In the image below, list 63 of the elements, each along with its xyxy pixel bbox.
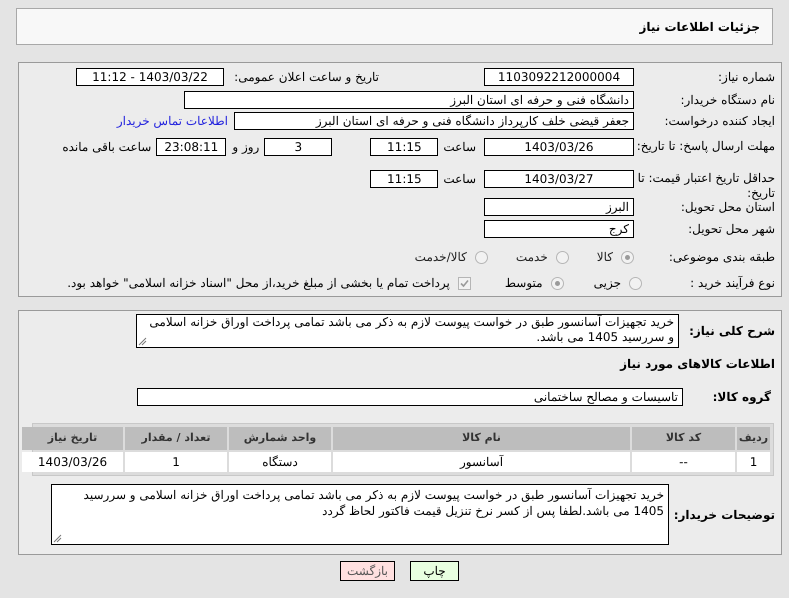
column-header: کد کالا (632, 427, 735, 450)
checkbox[interactable] (458, 276, 471, 290)
input-field[interactable]: 11:15 (370, 170, 438, 188)
resize-grip-icon (138, 337, 147, 346)
option-label: پرداخت تمام یا بخشی از مبلغ خرید،از محل "اسناد خزانه اسلامی" خواهد بود. (67, 275, 450, 292)
radio-button[interactable] (629, 276, 642, 290)
column-header: ردیف (737, 427, 770, 450)
field-label: حداقل تاریخ اعتبار قیمت: تا تاریخ: (636, 170, 775, 201)
table-cell: 1 (125, 452, 227, 472)
notes-field[interactable]: خرید تجهیزات آسانسور طبق در خواست پیوست لازم به ذکر می باشد تمامی پرداخت اوراق خزانه اسلامی و سررسید 1405 می باشد.لطفا پس از کسر نرخ تنزیل قیمت فاکتور لحاظ گردد (51, 484, 669, 545)
table-cell: 1403/03/26 (22, 452, 123, 472)
field-label: توضیحات خریدار: (674, 508, 775, 522)
field-label: روز و (232, 139, 260, 156)
option-label: متوسط (504, 275, 543, 292)
input-field[interactable]: 11:15 (370, 138, 438, 156)
input-field[interactable]: البرز (484, 198, 634, 216)
radio-button[interactable] (621, 250, 634, 264)
field-label: شهر محل تحویل: (688, 222, 775, 236)
table-cell: دستگاه (229, 452, 331, 472)
field-label: طبقه بندی موضوعی: (668, 250, 775, 264)
table-cell: -- (632, 452, 735, 472)
option-label: جزیی (594, 275, 621, 292)
option-label: کالا (596, 249, 613, 266)
table-cell: آسانسور (333, 452, 630, 472)
field-label: استان محل تحویل: (680, 200, 775, 214)
section-heading: اطلاعات کالاهای مورد نیاز (620, 357, 775, 371)
radio-button[interactable] (550, 276, 564, 290)
field-label: تاریخ و ساعت اعلان عمومی: (234, 70, 379, 84)
option-label: کالا/خدمت (414, 249, 467, 266)
field-label: ساعت (443, 139, 476, 156)
input-field[interactable]: 3 (264, 138, 332, 156)
input-field[interactable]: 1403/03/27 (484, 170, 634, 188)
field-label: مهلت ارسال پاسخ: تا تاریخ: (636, 138, 775, 154)
option-label: خدمت (516, 249, 548, 266)
radio-button[interactable] (556, 250, 569, 264)
field-label: نوع فرآیند خرید : (690, 276, 775, 290)
input-field[interactable]: 1103092212000004 (484, 68, 634, 86)
column-header: واحد شمارش (229, 427, 331, 450)
back-button[interactable]: بازگشت (340, 561, 395, 581)
field-label: نام دستگاه خریدار: (680, 92, 775, 107)
field-label: ساعت باقی مانده (62, 139, 152, 156)
field-label: شرح کلی نیاز: (689, 324, 775, 338)
radio-button[interactable] (474, 250, 488, 264)
countdown-field: 23:08:11 (156, 138, 226, 156)
field-label: شماره نیاز: (718, 70, 775, 84)
contact-link[interactable]: اطلاعات تماس خریدار (116, 112, 228, 130)
resize-grip-icon (53, 534, 62, 543)
input-field[interactable]: 1403/03/26 (484, 138, 634, 156)
field-label: ساعت (443, 170, 476, 188)
input-field[interactable]: 1403/03/22 - 11:12 (76, 68, 224, 86)
field-label: گروه کالا: (712, 390, 771, 404)
column-header: نام کالا (333, 427, 630, 450)
field-label: ایجاد کننده درخواست: (664, 114, 775, 128)
page-title: جزئیات اطلاعات نیاز (639, 18, 760, 36)
input-field[interactable]: جعفر قیضی خلف کارپرداز دانشگاه فنی و حرفه ای استان البرز (234, 112, 634, 130)
print-button[interactable]: چاپ (410, 561, 459, 581)
column-header: تعداد / مقدار (125, 427, 227, 450)
input-field[interactable]: کرج (484, 220, 634, 238)
table-cell: 1 (737, 452, 770, 472)
description-field[interactable]: خرید تجهیزات آسانسور طبق در خواست پیوست لازم به ذکر می باشد تمامی پرداخت اوراق خزانه اسلامی و سررسید 1405 می باشد. (136, 314, 679, 348)
input-field[interactable]: دانشگاه فنی و حرفه ای استان البرز (184, 90, 634, 109)
column-header: تاریخ نیاز (22, 427, 123, 450)
input-field[interactable]: تاسیسات و مصالح ساختمانی (137, 388, 683, 406)
